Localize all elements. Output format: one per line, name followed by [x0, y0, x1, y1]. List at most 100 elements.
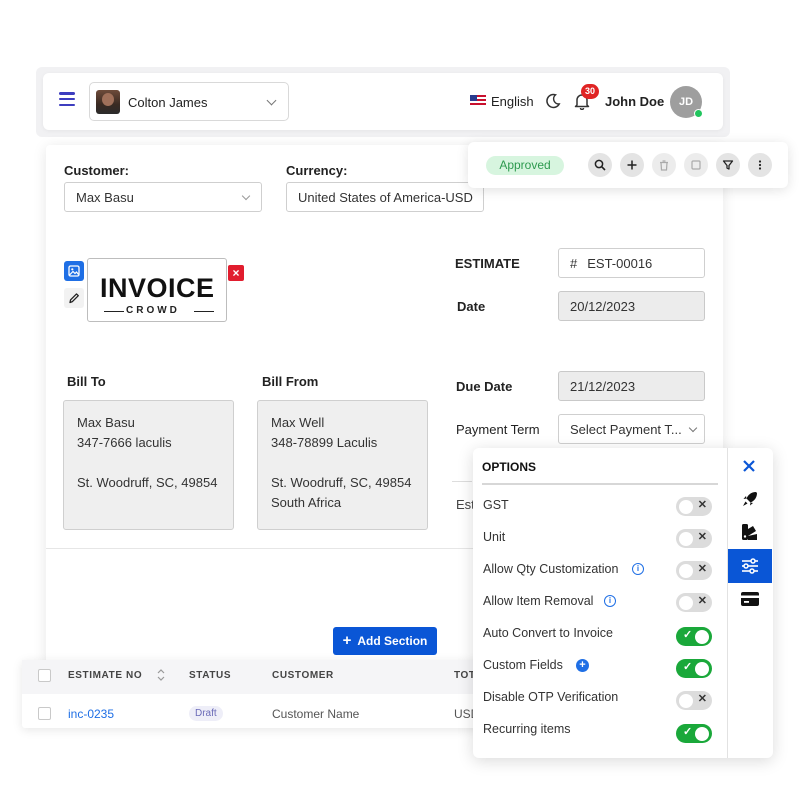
remove-logo-button[interactable]: × [228, 265, 244, 281]
date-field[interactable]: 20/12/2023 [558, 291, 705, 321]
edit-logo-button[interactable] [64, 288, 84, 308]
x-icon: ✕ [697, 595, 707, 607]
online-status-dot [694, 109, 703, 118]
unit-toggle[interactable]: ✕ [676, 529, 712, 548]
menu-icon[interactable] [59, 92, 75, 106]
allow-removal-toggle[interactable]: ✕ [676, 593, 712, 612]
bill-from-line: Max Well [271, 415, 325, 430]
divider [46, 548, 476, 549]
customer-select[interactable]: Max Basu [64, 182, 262, 212]
info-icon[interactable]: i [604, 595, 616, 607]
gst-toggle[interactable]: ✕ [676, 497, 712, 516]
logo-subtext: CROWD [126, 305, 180, 316]
divider [482, 483, 718, 485]
custom-fields-toggle[interactable]: ✓ [676, 659, 712, 678]
logo-divider [104, 311, 124, 312]
disable-otp-toggle[interactable]: ✕ [676, 691, 712, 710]
palette-icon[interactable] [740, 522, 760, 542]
status-badge: Draft [189, 706, 223, 721]
hash-icon: # [570, 255, 578, 271]
more-vertical-icon [758, 160, 762, 170]
company-logo: INVOICE CROWD [87, 258, 227, 322]
bill-to-address[interactable]: Max Basu 347-7666 laculis St. Woodruff, … [63, 400, 234, 530]
bill-from-address[interactable]: Max Well 348-78899 Laculis St. Woodruff,… [257, 400, 428, 530]
recurring-items-toggle[interactable]: ✓ [676, 724, 712, 743]
due-date-field[interactable]: 21/12/2023 [558, 371, 705, 401]
add-custom-field-icon[interactable]: + [576, 659, 589, 672]
customer-cell: Customer Name [272, 707, 360, 721]
moon-icon[interactable] [545, 93, 561, 109]
partial-field-label: Est [456, 497, 475, 512]
notification-badge: 30 [581, 84, 599, 99]
column-header-estimate-no[interactable]: ESTIMATE NO [68, 670, 142, 681]
currency-select[interactable]: United States of America-USD [286, 182, 484, 212]
search-button[interactable] [588, 153, 612, 177]
sliders-icon [742, 558, 758, 574]
bill-from-label: Bill From [262, 374, 319, 389]
info-icon[interactable]: i [632, 563, 644, 575]
more-button[interactable] [748, 153, 772, 177]
upload-image-button[interactable] [64, 261, 84, 281]
delete-button[interactable] [652, 153, 676, 177]
add-section-button[interactable]: + Add Section [333, 627, 437, 655]
auto-convert-toggle[interactable]: ✓ [676, 627, 712, 646]
currency-select-value: United States of America-USD [298, 189, 473, 205]
divider [452, 481, 472, 482]
plus-icon: + [342, 632, 352, 649]
bill-to-label: Bill To [67, 374, 106, 389]
row-checkbox[interactable] [38, 707, 51, 720]
select-all-checkbox[interactable] [38, 669, 51, 682]
options-side-rail [727, 448, 728, 758]
check-icon: ✓ [683, 629, 693, 641]
options-settings-tab[interactable] [728, 549, 772, 583]
option-label-recurring: Recurring items [483, 722, 571, 736]
option-label-disable-otp: Disable OTP Verification [483, 690, 619, 704]
column-header-customer[interactable]: CUSTOMER [272, 670, 334, 681]
bill-to-line: St. Woodruff, SC, 49854 [77, 475, 218, 490]
column-header-status[interactable]: STATUS [189, 670, 231, 681]
status-badge: Approved [486, 156, 564, 175]
filter-button[interactable] [716, 153, 740, 177]
option-label-allow-qty: Allow Qty Customization [483, 562, 619, 576]
pencil-icon [69, 293, 79, 304]
user-select[interactable]: Colton James [89, 82, 289, 121]
x-icon: ✕ [697, 563, 707, 575]
close-icon: × [232, 266, 240, 280]
option-label-gst: GST [483, 498, 509, 512]
add-button[interactable] [620, 153, 644, 177]
estimate-number-field[interactable]: # EST-00016 [558, 248, 705, 278]
payment-term-label: Payment Term [456, 422, 540, 437]
rocket-icon[interactable] [740, 489, 760, 509]
close-icon[interactable] [742, 459, 756, 473]
due-date-label: Due Date [456, 379, 513, 394]
logo-divider [194, 311, 214, 312]
option-label-allow-removal: Allow Item Removal [483, 594, 594, 608]
customer-label: Customer: [64, 163, 130, 178]
estimate-number-value: EST-00016 [587, 255, 653, 271]
bill-from-line: South Africa [271, 495, 342, 510]
x-icon: ✕ [697, 531, 707, 543]
x-icon: ✕ [697, 693, 707, 705]
bill-to-line: 347-7666 laculis [77, 435, 172, 450]
filter-icon [722, 160, 734, 170]
estimate-no-link[interactable]: inc-0235 [68, 707, 114, 721]
date-label: Date [457, 299, 486, 314]
language-selector[interactable]: English [491, 94, 534, 109]
current-user-name[interactable]: John Doe [605, 94, 664, 109]
due-date-value: 21/12/2023 [570, 378, 636, 394]
options-title: OPTIONS [482, 460, 537, 474]
search-icon [594, 159, 606, 171]
add-section-label: Add Section [357, 634, 428, 648]
user-select-value: Colton James [128, 95, 208, 110]
option-label-auto-convert: Auto Convert to Invoice [483, 626, 613, 640]
payment-term-value: Select Payment T... [570, 421, 682, 437]
select-button[interactable] [684, 153, 708, 177]
customer-select-value: Max Basu [76, 189, 134, 205]
payment-term-select[interactable]: Select Payment T... [558, 414, 705, 444]
currency-label: Currency: [286, 163, 348, 178]
sort-icon[interactable] [156, 668, 166, 682]
credit-card-icon[interactable] [740, 590, 760, 608]
allow-qty-toggle[interactable]: ✕ [676, 561, 712, 580]
date-value: 20/12/2023 [570, 298, 636, 314]
logo-text: INVOICE [100, 273, 215, 303]
